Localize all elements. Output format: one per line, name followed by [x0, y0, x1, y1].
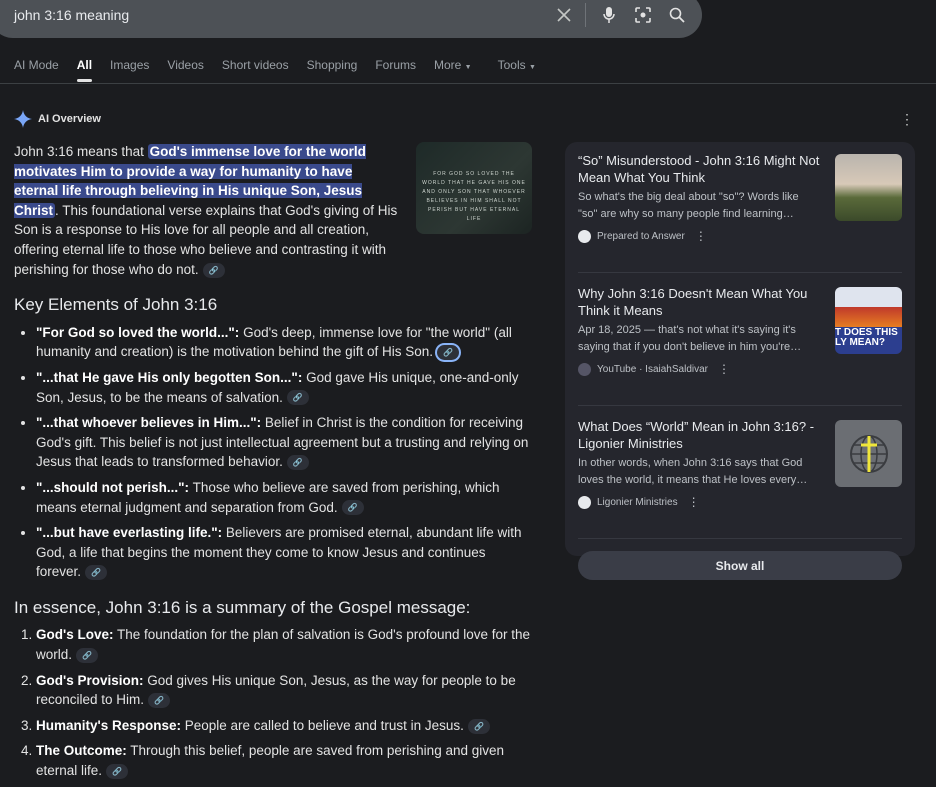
link-icon[interactable]: 🔗 — [286, 390, 309, 406]
ai-overview-header: AI Overview — [14, 110, 101, 128]
sources-panel: “So” Misunderstood - John 3:16 Might Not… — [565, 142, 915, 580]
globe-cross-icon — [849, 434, 888, 473]
list-item: God's Provision: God gives His unique So… — [36, 671, 534, 710]
source-site: YouTube · IsaiahSaldivar — [597, 363, 708, 375]
verse-image[interactable]: FOR GOD SO LOVED THE WORLD THAT HE GAVE … — [416, 142, 532, 234]
divider — [585, 3, 586, 27]
mic-icon[interactable] — [598, 4, 620, 26]
source-site: Ligonier Ministries — [597, 496, 678, 508]
site-favicon — [578, 495, 591, 509]
more-options-icon[interactable]: ⋮ — [718, 362, 730, 376]
list-item: "...should not perish...": Those who bel… — [36, 478, 534, 517]
tab-tools[interactable]: Tools ▼ — [498, 58, 536, 82]
ai-overview-content: FOR GOD SO LOVED THE WORLD THAT HE GAVE … — [14, 142, 534, 787]
source-card[interactable]: What Does “World” Mean in John 3:16? - L… — [578, 418, 902, 539]
list-item: Humanity's Response: People are called t… — [36, 716, 534, 736]
tab-ai-mode[interactable]: AI Mode — [14, 58, 59, 82]
tab-more-label: More — [433, 58, 462, 72]
search-tabs: AI Mode All Images Videos Short videos S… — [14, 58, 554, 82]
summary-list: God's Love: The foundation for the plan … — [14, 625, 534, 780]
tab-videos[interactable]: Videos — [167, 58, 203, 82]
item-term: God's Provision: — [36, 672, 144, 688]
section-heading: Key Elements of John 3:16 — [14, 295, 218, 315]
caret-down-icon: ▼ — [528, 64, 536, 71]
sparkle-icon — [14, 110, 32, 128]
list-item: "For God so loved the world...": God's d… — [36, 323, 534, 362]
link-icon[interactable]: 🔗 — [341, 500, 364, 516]
verse-image-text: FOR GOD SO LOVED THE WORLD THAT HE GAVE … — [422, 171, 526, 222]
source-snippet: So what's the big deal about "so"? Words… — [578, 191, 799, 220]
lens-icon[interactable] — [632, 4, 654, 26]
caret-down-icon: ▼ — [464, 64, 472, 71]
source-title[interactable]: Why John 3:16 Doesn't Mean What You Thin… — [578, 285, 821, 319]
list-item: God's Love: The foundation for the plan … — [36, 625, 534, 664]
intro-paragraph: John 3:16 means that God's immense love … — [14, 142, 398, 279]
item-term: "...but have everlasting life.": — [36, 525, 223, 541]
more-options-icon[interactable]: ⋮ — [688, 495, 700, 509]
source-snippet: Apr 18, 2025 — that's not what it's sayi… — [578, 324, 802, 353]
source-snippet: In other words, when John 3:16 says that… — [578, 457, 808, 486]
tab-short-videos[interactable]: Short videos — [222, 58, 289, 82]
intro-text: John 3:16 means that — [14, 144, 148, 159]
divider — [0, 83, 936, 84]
link-icon[interactable]: 🔗 — [436, 345, 459, 361]
source-site: Prepared to Answer — [597, 230, 685, 242]
source-card[interactable]: Why John 3:16 Doesn't Mean What You Thin… — [578, 285, 902, 406]
list-item: The Outcome: Through this belief, people… — [36, 741, 534, 780]
show-all-button[interactable]: Show all — [578, 551, 902, 580]
ai-overview-title: AI Overview — [38, 113, 101, 125]
site-favicon — [578, 229, 591, 243]
item-term: God's Love: — [36, 627, 114, 643]
list-item: "...that whoever believes in Him...": Be… — [36, 413, 534, 472]
item-term: "...should not perish...": — [36, 479, 190, 495]
source-thumbnail: T DOES THIS LY MEAN? — [835, 287, 902, 354]
list-item: "...but have everlasting life.": Believe… — [36, 523, 534, 582]
source-card[interactable]: “So” Misunderstood - John 3:16 Might Not… — [578, 152, 902, 273]
source-title[interactable]: What Does “World” Mean in John 3:16? - L… — [578, 418, 821, 452]
close-icon[interactable] — [553, 4, 575, 26]
more-options-icon[interactable]: ⋮ — [695, 229, 707, 243]
more-options-icon[interactable]: ⋮ — [900, 112, 914, 126]
link-icon[interactable]: 🔗 — [467, 718, 490, 734]
source-thumbnail — [835, 154, 902, 221]
source-thumbnail — [835, 420, 902, 487]
source-title[interactable]: “So” Misunderstood - John 3:16 Might Not… — [578, 152, 821, 186]
tab-images[interactable]: Images — [110, 58, 149, 82]
link-icon[interactable]: 🔗 — [202, 262, 225, 278]
tab-more[interactable]: More ▼ — [434, 58, 472, 82]
item-text: People are called to believe and trust i… — [181, 717, 464, 733]
tab-shopping[interactable]: Shopping — [307, 58, 358, 82]
tab-forums[interactable]: Forums — [375, 58, 416, 82]
tab-all[interactable]: All — [76, 58, 93, 82]
item-term: "For God so loved the world...": — [36, 324, 240, 340]
item-term: "...that He gave His only begotten Son..… — [36, 369, 303, 385]
key-elements-list: "For God so loved the world...": God's d… — [14, 323, 534, 582]
list-item: "...that He gave His only begotten Son..… — [36, 368, 534, 407]
search-input[interactable]: john 3:16 meaning — [14, 7, 541, 23]
thumbnail-text: T DOES THIS LY MEAN? — [835, 327, 898, 348]
site-favicon — [578, 362, 591, 376]
search-bar[interactable]: john 3:16 meaning — [0, 0, 702, 38]
section-heading: In essence, John 3:16 is a summary of th… — [14, 597, 471, 617]
search-icon[interactable] — [666, 4, 688, 26]
tab-tools-label: Tools — [497, 58, 526, 72]
link-icon[interactable]: 🔗 — [148, 693, 171, 709]
link-icon[interactable]: 🔗 — [106, 763, 129, 779]
link-icon[interactable]: 🔗 — [286, 455, 309, 471]
link-icon[interactable]: 🔗 — [76, 648, 99, 663]
item-term: The Outcome: — [36, 743, 127, 759]
link-icon[interactable]: 🔗 — [85, 565, 108, 581]
item-term: "...that whoever believes in Him...": — [36, 415, 262, 431]
item-term: Humanity's Response: — [36, 717, 181, 733]
